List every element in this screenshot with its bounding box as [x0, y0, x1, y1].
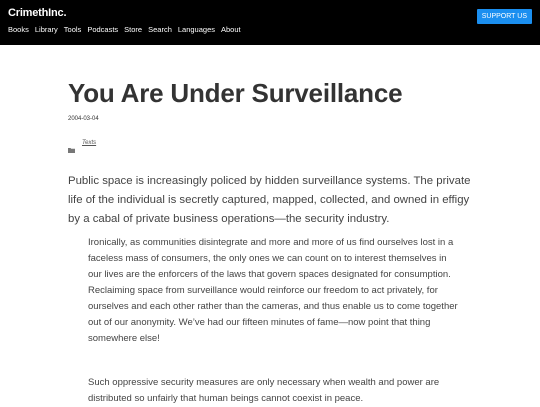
article-date: 2004-03-04: [68, 116, 99, 122]
nav-library[interactable]: Library: [35, 25, 58, 34]
article-category: Texts: [68, 140, 96, 153]
support-us-button[interactable]: SUPPORT US: [476, 9, 532, 24]
nav-store[interactable]: Store: [124, 25, 142, 34]
nav-podcasts[interactable]: Podcasts: [87, 25, 118, 34]
nav-tools[interactable]: Tools: [64, 25, 82, 34]
site-logo[interactable]: CrimethInc.: [8, 7, 67, 19]
folder-icon: [68, 140, 75, 153]
article-paragraph: Ironically, as communities disintegrate …: [88, 237, 458, 344]
site-header: CrimethInc. Books Library Tools Podcasts…: [0, 0, 540, 45]
nav-search[interactable]: Search: [148, 25, 172, 34]
article-title: You Are Under Surveillance: [68, 78, 403, 108]
nav-books[interactable]: Books: [8, 25, 29, 34]
main-nav: Books Library Tools Podcasts Store Searc…: [8, 25, 241, 34]
article-lead: Public space is increasingly policed by …: [68, 175, 471, 225]
category-link-texts[interactable]: Texts: [82, 140, 96, 146]
nav-languages[interactable]: Languages: [178, 25, 215, 34]
article-paragraph: Such oppressive security measures are on…: [88, 377, 440, 404]
nav-about[interactable]: About: [221, 25, 241, 34]
